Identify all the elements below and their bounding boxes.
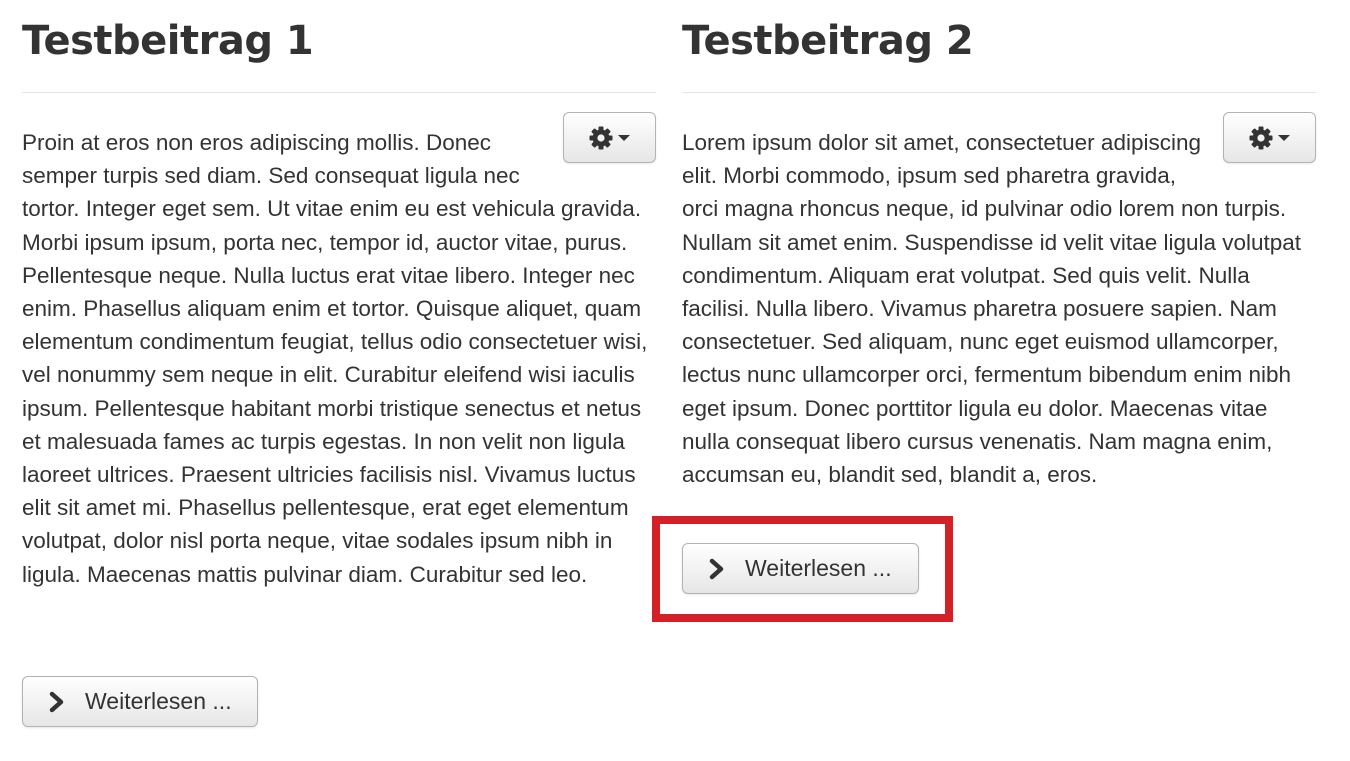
- divider: [22, 92, 656, 93]
- chevron-right-icon: [49, 691, 64, 712]
- article-body-text: Proin at eros non eros adipiscing mollis…: [22, 130, 648, 587]
- article-title: Testbeitrag 2: [682, 18, 974, 64]
- article-body: Proin at eros non eros adipiscing mollis…: [22, 126, 656, 591]
- read-more-button[interactable]: Weiterlesen ...: [682, 543, 919, 594]
- divider: [682, 92, 1316, 93]
- read-more-button[interactable]: Weiterlesen ...: [22, 676, 258, 727]
- article-body-text: Lorem ipsum dolor sit amet, consectetuer…: [682, 130, 1302, 488]
- read-more-label: Weiterlesen ...: [745, 555, 892, 581]
- article-body: Lorem ipsum dolor sit amet, consectetuer…: [682, 126, 1316, 491]
- read-more-label: Weiterlesen ...: [85, 688, 232, 714]
- article-title: Testbeitrag 1: [22, 18, 314, 64]
- chevron-right-icon: [709, 558, 724, 579]
